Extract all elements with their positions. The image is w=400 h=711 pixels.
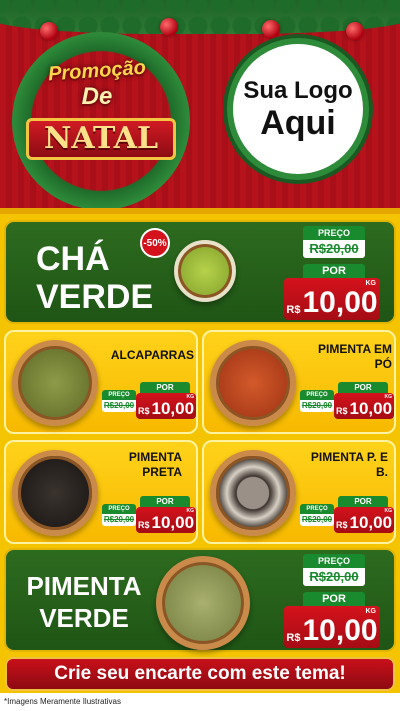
christmas-header: Promoção De NATAL Sua Logo Aqui bbox=[0, 0, 400, 214]
price-tag: R$ 10,00 KG bbox=[136, 393, 196, 419]
preco-label: PREÇO bbox=[300, 390, 334, 400]
product-card-cha-verde[interactable]: CHÁ VERDE -50% PREÇO R$20,00 POR R$ 10,0… bbox=[4, 220, 396, 324]
old-price: R$20,00 bbox=[303, 568, 365, 586]
currency: R$ bbox=[137, 406, 150, 416]
old-price: R$20,00 bbox=[300, 514, 334, 526]
price-value: 10,00 bbox=[349, 399, 393, 418]
product-card-alcaparras[interactable]: ALCAPARRAS PREÇO R$20,00 POR R$ 10,00 KG bbox=[4, 330, 198, 434]
product-image-cha-verde bbox=[174, 240, 236, 302]
product-card-pimenta-verde[interactable]: PIMENTA VERDE PREÇO R$20,00 POR R$ 10,00… bbox=[4, 548, 396, 652]
por-label: POR bbox=[140, 382, 190, 393]
product-name: CHÁ VERDE bbox=[36, 240, 154, 316]
price-tag: R$ 10,00 KG bbox=[334, 507, 394, 533]
product-image-pimenta-verde bbox=[156, 556, 250, 650]
promo-line2: De bbox=[81, 83, 113, 110]
price-value: 10,00 bbox=[151, 399, 195, 418]
logo-line2: Aqui bbox=[260, 104, 336, 142]
currency: R$ bbox=[335, 406, 348, 416]
logo-placeholder[interactable]: Sua Logo Aqui bbox=[233, 44, 363, 174]
product-card-pimenta-preta[interactable]: PIMENTA PRETA PREÇO R$20,00 POR R$ 10,00… bbox=[4, 440, 198, 544]
ornament-icon bbox=[160, 18, 178, 36]
unit: KG bbox=[365, 280, 377, 287]
unit: KG bbox=[186, 394, 195, 400]
old-price: R$20,00 bbox=[102, 514, 136, 526]
preco-label: PREÇO bbox=[300, 504, 334, 514]
currency: R$ bbox=[286, 304, 301, 316]
discount-badge: -50% bbox=[140, 228, 170, 258]
por-label: POR bbox=[303, 592, 365, 606]
price-tag: R$ 10,00 KG bbox=[136, 507, 196, 533]
price-value: 10,00 bbox=[349, 513, 393, 532]
unit: KG bbox=[365, 608, 377, 615]
currency: R$ bbox=[286, 632, 301, 644]
product-name: PIMENTA PRETA bbox=[128, 450, 182, 479]
currency: R$ bbox=[137, 520, 150, 530]
logo-line1: Sua Logo bbox=[243, 77, 353, 104]
price-value: 10,00 bbox=[302, 614, 378, 647]
product-image-pimenta-em-po bbox=[210, 340, 296, 426]
ornament-icon bbox=[40, 22, 58, 40]
product-card-pimenta-em-po[interactable]: PIMENTA EM PÓ PREÇO R$20,00 POR R$ 10,00… bbox=[202, 330, 396, 434]
old-price: R$20,00 bbox=[303, 240, 365, 258]
product-name: PIMENTA VERDE bbox=[26, 571, 142, 633]
product-card-pimenta-p-e-b[interactable]: PIMENTA P. E B. PREÇO R$20,00 POR R$ 10,… bbox=[202, 440, 396, 544]
price-tag: R$ 10,00 KG bbox=[334, 393, 394, 419]
price-tag: R$ 10,00 KG bbox=[284, 278, 380, 320]
product-name: ALCAPARRAS bbox=[110, 348, 194, 362]
product-image-pimenta-preta bbox=[12, 450, 98, 536]
price-tag: R$ 10,00 KG bbox=[284, 606, 380, 648]
natal-title: NATAL bbox=[26, 118, 176, 160]
product-name: PIMENTA EM PÓ bbox=[318, 342, 392, 371]
cta-banner[interactable]: Crie seu encarte com este tema! bbox=[5, 657, 395, 691]
product-name: PIMENTA P. E B. bbox=[310, 450, 388, 479]
por-label: POR bbox=[140, 496, 190, 507]
unit: KG bbox=[186, 508, 195, 514]
preco-label: PREÇO bbox=[303, 554, 365, 568]
promo-title: Promoção De bbox=[22, 57, 172, 111]
currency: R$ bbox=[335, 520, 348, 530]
footnote: *Imagens Meramente Ilustrativas bbox=[0, 693, 400, 711]
product-image-alcaparras bbox=[12, 340, 98, 426]
por-label: POR bbox=[338, 496, 388, 507]
unit: KG bbox=[384, 508, 393, 514]
ornament-icon bbox=[346, 22, 364, 40]
garland-decoration bbox=[0, 0, 400, 34]
price-value: 10,00 bbox=[302, 286, 378, 319]
preco-label: PREÇO bbox=[303, 226, 365, 240]
price-value: 10,00 bbox=[151, 513, 195, 532]
ornament-icon bbox=[262, 20, 280, 38]
old-price: R$20,00 bbox=[300, 400, 334, 412]
old-price: R$20,00 bbox=[102, 400, 136, 412]
preco-label: PREÇO bbox=[102, 390, 136, 400]
unit: KG bbox=[384, 394, 393, 400]
por-label: POR bbox=[338, 382, 388, 393]
product-image-pimenta-p-e-b bbox=[210, 450, 296, 536]
preco-label: PREÇO bbox=[102, 504, 136, 514]
por-label: POR bbox=[303, 264, 365, 278]
